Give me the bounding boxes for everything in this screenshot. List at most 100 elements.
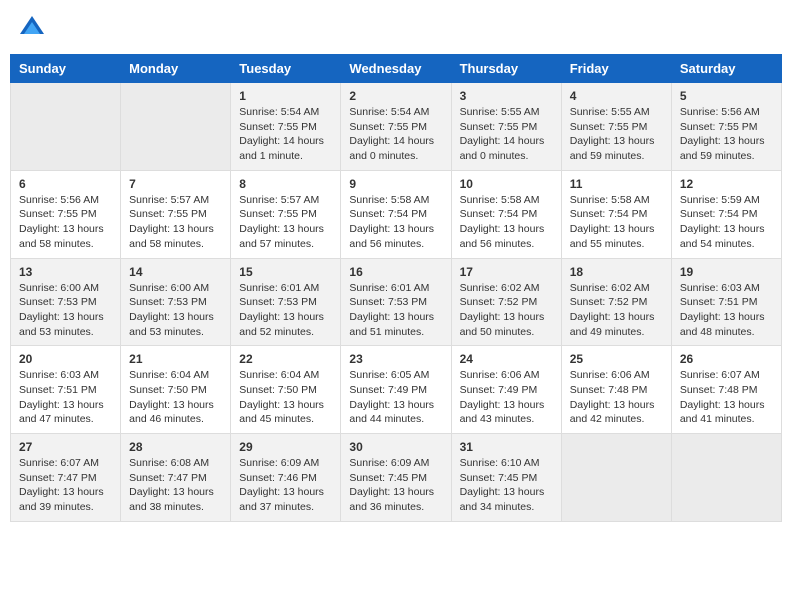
day-number: 24	[460, 352, 553, 366]
calendar-week-row: 1 Sunrise: 5:54 AMSunset: 7:55 PMDaylight…	[11, 83, 782, 171]
day-info: Sunrise: 6:00 AMSunset: 7:53 PMDaylight:…	[129, 281, 222, 340]
calendar-day-cell: 11 Sunrise: 5:58 AMSunset: 7:54 PMDayligh…	[561, 170, 671, 258]
day-info: Sunrise: 6:10 AMSunset: 7:45 PMDaylight:…	[460, 456, 553, 515]
calendar-day-cell: 18 Sunrise: 6:02 AMSunset: 7:52 PMDayligh…	[561, 258, 671, 346]
calendar-day-cell: 19Sunrise: 6:03 AMSunset: 7:51 PMDayligh…	[671, 258, 781, 346]
day-info: Sunrise: 6:04 AMSunset: 7:50 PMDaylight:…	[129, 368, 222, 427]
calendar-week-row: 20 Sunrise: 6:03 AMSunset: 7:51 PMDayligh…	[11, 346, 782, 434]
logo	[18, 14, 50, 42]
calendar-header-tuesday: Tuesday	[231, 55, 341, 83]
calendar-day-cell: 1 Sunrise: 5:54 AMSunset: 7:55 PMDaylight…	[231, 83, 341, 171]
day-number: 1	[239, 89, 332, 103]
day-number: 25	[570, 352, 663, 366]
day-info: Sunrise: 6:06 AMSunset: 7:49 PMDaylight:…	[460, 368, 553, 427]
day-info: Sunrise: 6:05 AMSunset: 7:49 PMDaylight:…	[349, 368, 442, 427]
day-number: 13	[19, 265, 112, 279]
day-info: Sunrise: 5:58 AMSunset: 7:54 PMDaylight:…	[570, 193, 663, 252]
calendar-day-cell: 28Sunrise: 6:08 AMSunset: 7:47 PMDayligh…	[121, 434, 231, 522]
day-info: Sunrise: 6:06 AMSunset: 7:48 PMDaylight:…	[570, 368, 663, 427]
calendar-day-cell: 22 Sunrise: 6:04 AMSunset: 7:50 PMDayligh…	[231, 346, 341, 434]
calendar-day-cell: 29Sunrise: 6:09 AMSunset: 7:46 PMDayligh…	[231, 434, 341, 522]
page-header	[10, 10, 782, 46]
calendar-day-cell	[11, 83, 121, 171]
day-number: 7	[129, 177, 222, 191]
day-info: Sunrise: 5:57 AMSunset: 7:55 PMDaylight:…	[129, 193, 222, 252]
day-info: Sunrise: 5:54 AMSunset: 7:55 PMDaylight:…	[239, 105, 332, 164]
day-info: Sunrise: 6:02 AMSunset: 7:52 PMDaylight:…	[570, 281, 663, 340]
day-number: 9	[349, 177, 442, 191]
day-number: 19	[680, 265, 773, 279]
day-number: 3	[460, 89, 553, 103]
calendar-day-cell: 4 Sunrise: 5:55 AMSunset: 7:55 PMDaylight…	[561, 83, 671, 171]
calendar-header-wednesday: Wednesday	[341, 55, 451, 83]
calendar-day-cell: 21Sunrise: 6:04 AMSunset: 7:50 PMDayligh…	[121, 346, 231, 434]
day-number: 20	[19, 352, 112, 366]
calendar-day-cell: 2Sunrise: 5:54 AMSunset: 7:55 PMDaylight…	[341, 83, 451, 171]
day-number: 4	[570, 89, 663, 103]
day-info: Sunrise: 6:07 AMSunset: 7:47 PMDaylight:…	[19, 456, 112, 515]
day-info: Sunrise: 6:07 AMSunset: 7:48 PMDaylight:…	[680, 368, 773, 427]
calendar-table: SundayMondayTuesdayWednesdayThursdayFrid…	[10, 54, 782, 522]
calendar-day-cell: 3 Sunrise: 5:55 AMSunset: 7:55 PMDaylight…	[451, 83, 561, 171]
day-info: Sunrise: 6:09 AMSunset: 7:46 PMDaylight:…	[239, 456, 332, 515]
day-number: 10	[460, 177, 553, 191]
day-info: Sunrise: 5:55 AMSunset: 7:55 PMDaylight:…	[570, 105, 663, 164]
day-info: Sunrise: 6:08 AMSunset: 7:47 PMDaylight:…	[129, 456, 222, 515]
calendar-header-saturday: Saturday	[671, 55, 781, 83]
logo-icon	[18, 14, 46, 42]
day-info: Sunrise: 5:55 AMSunset: 7:55 PMDaylight:…	[460, 105, 553, 164]
calendar-day-cell: 25 Sunrise: 6:06 AMSunset: 7:48 PMDayligh…	[561, 346, 671, 434]
calendar-day-cell: 5 Sunrise: 5:56 AMSunset: 7:55 PMDaylight…	[671, 83, 781, 171]
calendar-day-cell: 10 Sunrise: 5:58 AMSunset: 7:54 PMDayligh…	[451, 170, 561, 258]
day-info: Sunrise: 6:00 AMSunset: 7:53 PMDaylight:…	[19, 281, 112, 340]
calendar-day-cell: 26 Sunrise: 6:07 AMSunset: 7:48 PMDayligh…	[671, 346, 781, 434]
day-number: 30	[349, 440, 442, 454]
calendar-day-cell: 20 Sunrise: 6:03 AMSunset: 7:51 PMDayligh…	[11, 346, 121, 434]
day-info: Sunrise: 6:09 AMSunset: 7:45 PMDaylight:…	[349, 456, 442, 515]
day-info: Sunrise: 5:58 AMSunset: 7:54 PMDaylight:…	[349, 193, 442, 252]
day-number: 18	[570, 265, 663, 279]
calendar-week-row: 13 Sunrise: 6:00 AMSunset: 7:53 PMDayligh…	[11, 258, 782, 346]
calendar-header-row: SundayMondayTuesdayWednesdayThursdayFrid…	[11, 55, 782, 83]
calendar-day-cell: 12Sunrise: 5:59 AMSunset: 7:54 PMDayligh…	[671, 170, 781, 258]
calendar-day-cell: 9 Sunrise: 5:58 AMSunset: 7:54 PMDaylight…	[341, 170, 451, 258]
calendar-week-row: 6Sunrise: 5:56 AMSunset: 7:55 PMDaylight…	[11, 170, 782, 258]
day-info: Sunrise: 6:01 AMSunset: 7:53 PMDaylight:…	[239, 281, 332, 340]
day-number: 12	[680, 177, 773, 191]
calendar-header-sunday: Sunday	[11, 55, 121, 83]
calendar-day-cell	[561, 434, 671, 522]
calendar-day-cell: 15 Sunrise: 6:01 AMSunset: 7:53 PMDayligh…	[231, 258, 341, 346]
day-number: 17	[460, 265, 553, 279]
day-number: 8	[239, 177, 332, 191]
day-info: Sunrise: 6:03 AMSunset: 7:51 PMDaylight:…	[19, 368, 112, 427]
calendar-day-cell: 27Sunrise: 6:07 AMSunset: 7:47 PMDayligh…	[11, 434, 121, 522]
day-info: Sunrise: 5:56 AMSunset: 7:55 PMDaylight:…	[19, 193, 112, 252]
day-number: 11	[570, 177, 663, 191]
day-number: 23	[349, 352, 442, 366]
day-info: Sunrise: 6:02 AMSunset: 7:52 PMDaylight:…	[460, 281, 553, 340]
calendar-week-row: 27Sunrise: 6:07 AMSunset: 7:47 PMDayligh…	[11, 434, 782, 522]
calendar-day-cell: 14 Sunrise: 6:00 AMSunset: 7:53 PMDayligh…	[121, 258, 231, 346]
day-number: 5	[680, 89, 773, 103]
calendar-day-cell: 16Sunrise: 6:01 AMSunset: 7:53 PMDayligh…	[341, 258, 451, 346]
calendar-header-friday: Friday	[561, 55, 671, 83]
day-number: 15	[239, 265, 332, 279]
day-info: Sunrise: 5:56 AMSunset: 7:55 PMDaylight:…	[680, 105, 773, 164]
calendar-day-cell: 23 Sunrise: 6:05 AMSunset: 7:49 PMDayligh…	[341, 346, 451, 434]
day-number: 22	[239, 352, 332, 366]
day-number: 26	[680, 352, 773, 366]
day-info: Sunrise: 5:57 AMSunset: 7:55 PMDaylight:…	[239, 193, 332, 252]
day-number: 14	[129, 265, 222, 279]
calendar-day-cell: 30 Sunrise: 6:09 AMSunset: 7:45 PMDayligh…	[341, 434, 451, 522]
calendar-day-cell: 13 Sunrise: 6:00 AMSunset: 7:53 PMDayligh…	[11, 258, 121, 346]
day-info: Sunrise: 6:01 AMSunset: 7:53 PMDaylight:…	[349, 281, 442, 340]
calendar-day-cell: 31Sunrise: 6:10 AMSunset: 7:45 PMDayligh…	[451, 434, 561, 522]
calendar-day-cell: 6Sunrise: 5:56 AMSunset: 7:55 PMDaylight…	[11, 170, 121, 258]
day-info: Sunrise: 5:58 AMSunset: 7:54 PMDaylight:…	[460, 193, 553, 252]
day-info: Sunrise: 6:04 AMSunset: 7:50 PMDaylight:…	[239, 368, 332, 427]
calendar-day-cell	[671, 434, 781, 522]
day-info: Sunrise: 5:54 AMSunset: 7:55 PMDaylight:…	[349, 105, 442, 164]
calendar-day-cell: 8 Sunrise: 5:57 AMSunset: 7:55 PMDaylight…	[231, 170, 341, 258]
calendar-header-monday: Monday	[121, 55, 231, 83]
calendar-header-thursday: Thursday	[451, 55, 561, 83]
